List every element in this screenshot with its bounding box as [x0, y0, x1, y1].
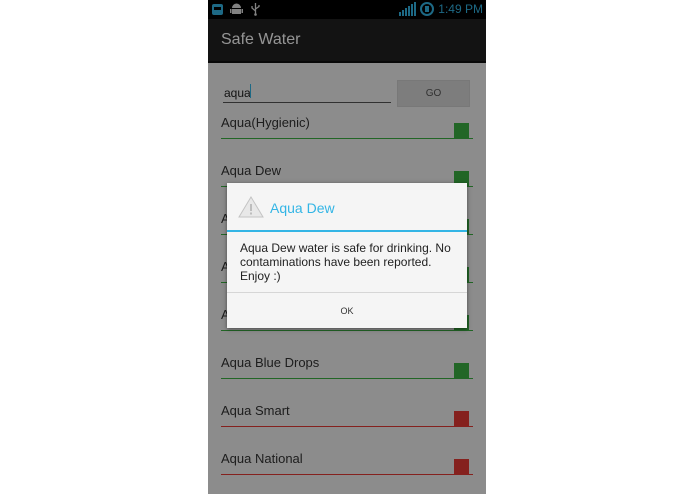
alert-dialog: Aqua Dew Aqua Dew water is safe for drin…: [227, 183, 467, 328]
dialog-header: Aqua Dew: [227, 183, 467, 232]
ok-button[interactable]: OK: [227, 293, 467, 328]
dialog-message: Aqua Dew water is safe for drinking. No …: [240, 241, 451, 283]
phone-screen: 1:49 PM Safe Water GO Aqua(Hygienic) Aqu…: [208, 0, 486, 494]
warning-icon: [238, 196, 264, 218]
dialog-title: Aqua Dew: [270, 200, 335, 216]
